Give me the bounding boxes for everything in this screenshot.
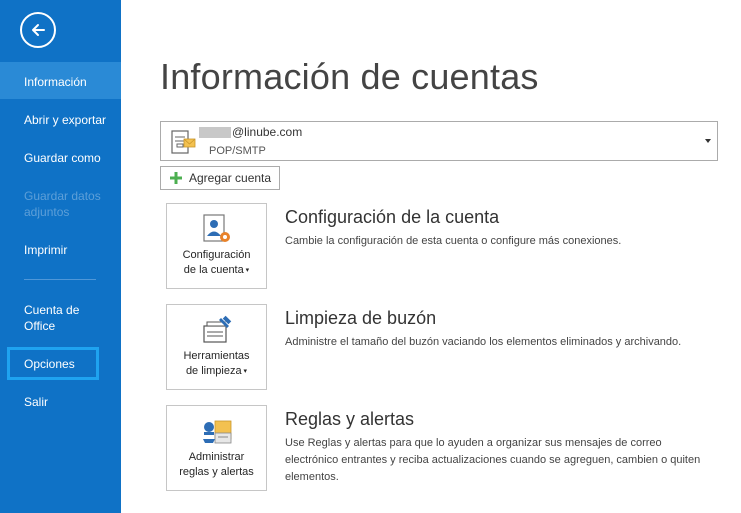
cleanup-tools-button[interactable]: Herramientas de limpieza ▾ — [166, 304, 267, 390]
back-button[interactable] — [20, 12, 56, 48]
nav-item-informacion[interactable]: Información — [0, 62, 121, 99]
backstage-sidebar: Información Abrir y exportar Guardar com… — [0, 0, 121, 513]
nav-item-abrir-exportar[interactable]: Abrir y exportar — [0, 112, 121, 128]
tile-label: Herramientas de limpieza ▾ — [167, 349, 266, 379]
tile-label-line1: Herramientas — [183, 350, 250, 362]
nav-separator — [24, 279, 96, 280]
tile-label: Configuración de la cuenta ▾ — [167, 248, 266, 278]
nav-item-guardar-como[interactable]: Guardar como — [0, 150, 121, 166]
nav-item-salir[interactable]: Salir — [0, 394, 121, 410]
tile-label-line1: Configuración — [182, 249, 251, 261]
account-settings-button[interactable]: Configuración de la cuenta ▾ — [166, 203, 267, 289]
tile-label: Administrar reglas y alertas — [167, 450, 266, 480]
tile-label-line2: reglas y alertas — [179, 466, 254, 478]
section-title-mailbox-cleanup: Limpieza de buzón — [285, 308, 437, 328]
cleanup-tools-icon — [203, 315, 232, 343]
add-account-button[interactable]: Agregar cuenta — [160, 166, 280, 190]
account-email: @linube.com — [232, 125, 303, 139]
tile-label-line1: Administrar — [188, 451, 245, 463]
plus-icon — [170, 172, 182, 184]
tile-label-line2: de la cuenta — [183, 264, 244, 276]
section-desc-rules-alerts: Use Reglas y alertas para que lo ayuden … — [285, 437, 701, 483]
nav-item-imprimir[interactable]: Imprimir — [0, 242, 121, 258]
nav-item-guardar-adjuntos: Guardar datos adjuntos — [24, 189, 101, 219]
page-title: Información de cuentas — [160, 56, 539, 97]
tile-label-line2: de limpieza — [185, 365, 242, 377]
dropdown-caret-icon: ▾ — [241, 368, 248, 375]
chevron-down-icon[interactable] — [705, 139, 711, 143]
section-desc-account-settings: Cambie la configuración de esta cuenta o… — [285, 235, 622, 247]
section-desc-mailbox-cleanup: Administre el tamaño del buzón vaciando … — [285, 336, 682, 348]
manage-rules-alerts-button[interactable]: Administrar reglas y alertas — [166, 405, 267, 491]
account-settings-icon — [203, 214, 230, 242]
back-arrow-icon — [32, 24, 45, 36]
add-account-label: Agregar cuenta — [189, 171, 272, 185]
section-title-rules-alerts: Reglas y alertas — [285, 409, 415, 429]
dropdown-caret-icon: ▾ — [243, 267, 250, 274]
account-icon — [171, 130, 196, 154]
rules-alerts-icon — [203, 420, 232, 444]
redacted-email-user — [199, 127, 231, 138]
nav-item-cuenta-office[interactable]: Cuenta de Office — [0, 302, 100, 334]
section-title-account-settings: Configuración de la cuenta — [285, 207, 500, 227]
opciones-highlight-frame — [7, 347, 99, 380]
account-type: POP/SMTP — [209, 145, 266, 157]
account-selector[interactable]: @linube.com POP/SMTP — [160, 121, 718, 161]
